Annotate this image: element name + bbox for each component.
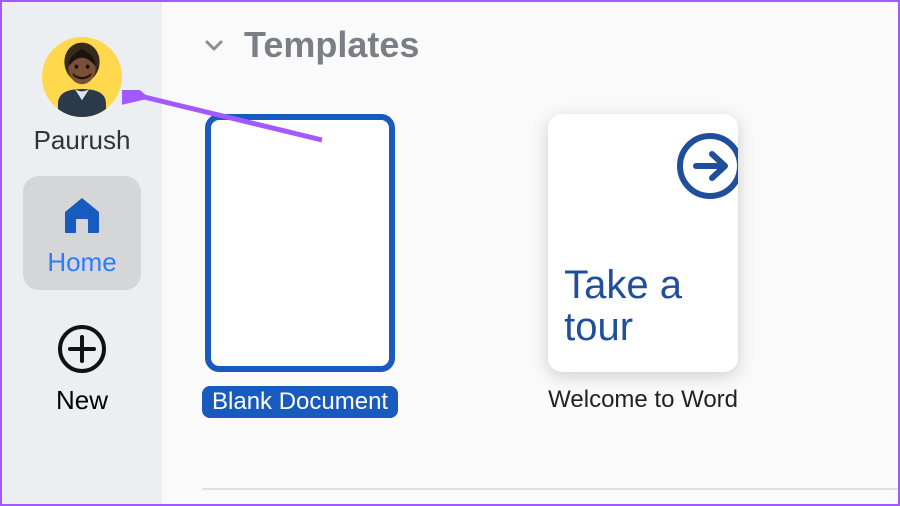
sidebar: Paurush Home New bbox=[2, 2, 162, 504]
section-title: Templates bbox=[244, 24, 419, 66]
user-avatar[interactable] bbox=[42, 37, 122, 117]
blank-document-card[interactable] bbox=[205, 114, 395, 372]
templates-header[interactable]: Templates bbox=[202, 24, 898, 66]
template-item-welcome: Take a tour Welcome to Word bbox=[548, 114, 738, 414]
main-area: Templates Blank Document Take a tour bbox=[162, 2, 898, 504]
sidebar-item-new[interactable]: New bbox=[23, 308, 141, 428]
user-name: Paurush bbox=[34, 125, 131, 156]
arrow-right-circle-icon bbox=[670, 126, 738, 211]
sidebar-item-home[interactable]: Home bbox=[23, 176, 141, 290]
plus-circle-icon bbox=[57, 324, 107, 379]
template-label: Welcome to Word bbox=[548, 386, 738, 414]
template-item-blank: Blank Document bbox=[202, 114, 398, 418]
nav-label: New bbox=[56, 385, 108, 416]
home-icon bbox=[60, 192, 104, 241]
divider bbox=[202, 488, 898, 490]
chevron-down-icon bbox=[202, 33, 226, 57]
tour-text: Take a tour bbox=[564, 264, 722, 348]
template-label: Blank Document bbox=[202, 386, 398, 418]
person-icon bbox=[42, 37, 122, 117]
templates-row: Blank Document Take a tour Welcome to Wo… bbox=[202, 114, 898, 418]
welcome-to-word-card[interactable]: Take a tour bbox=[548, 114, 738, 372]
nav-label: Home bbox=[47, 247, 116, 278]
